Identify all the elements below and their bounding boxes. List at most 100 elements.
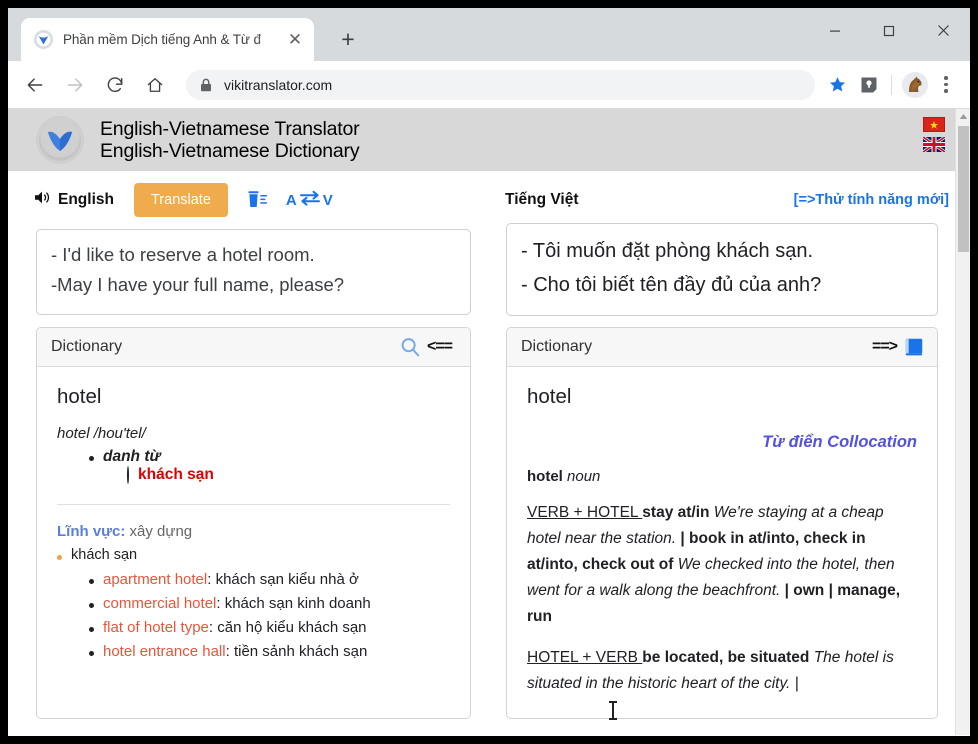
divider xyxy=(57,504,450,505)
speaker-icon[interactable] xyxy=(34,190,52,210)
collocation-term[interactable]: flat of hotel type xyxy=(103,619,209,636)
translate-button[interactable]: Translate xyxy=(134,183,228,217)
site-title-line-1: English-Vietnamese Translator xyxy=(100,118,359,140)
lock-icon xyxy=(200,78,212,92)
bullet-icon xyxy=(89,651,94,656)
right-dictionary-panel: Dictionary ==> hotel Từ điển Collocation… xyxy=(506,327,938,719)
flag-uk-icon[interactable] xyxy=(923,137,945,152)
page-scrollbar[interactable] xyxy=(955,109,970,735)
url-text: vikitranslator.com xyxy=(224,77,332,93)
hollow-bullet-icon xyxy=(127,466,129,484)
right-pos-word: hotel xyxy=(527,468,563,485)
back-button[interactable] xyxy=(18,68,52,102)
left-pos-row: danh từ xyxy=(89,448,450,466)
left-field-value: xây dựng xyxy=(130,523,193,540)
list-item: apartment hotel: khách sạn kiểu nhà ở xyxy=(89,571,450,588)
tab-close-icon[interactable]: ✕ xyxy=(284,29,306,51)
window-controls xyxy=(808,8,970,53)
bullet-icon xyxy=(89,627,94,632)
controls-row: English Translate A xyxy=(8,171,955,229)
scrollbar-thumb[interactable] xyxy=(958,126,969,252)
left-field-line: Lĩnh vực: xây dựng xyxy=(57,523,450,540)
swap-arrows-icon xyxy=(299,190,321,210)
right-panel-body: hotel Từ điển Collocation hotel noun VER… xyxy=(507,367,937,697)
text-cursor xyxy=(612,702,614,719)
language-flags xyxy=(923,117,945,152)
maximize-button[interactable] xyxy=(862,8,916,53)
list-item: flat of hotel type: căn hộ kiểu khách sạ… xyxy=(89,619,450,636)
toolbar-divider xyxy=(891,75,892,95)
left-meaning-row: khách sạn xyxy=(127,466,450,484)
close-window-button[interactable] xyxy=(916,8,970,53)
translation-boxes: - I'd like to reserve a hotel room. -May… xyxy=(8,229,955,327)
left-part-of-speech: danh từ xyxy=(103,448,161,466)
home-button[interactable] xyxy=(138,68,172,102)
left-dictionary-panel: Dictionary <== hotel hotel /hou'tel/ xyxy=(36,327,471,719)
swap-languages-button[interactable]: A V xyxy=(286,190,333,210)
right-pos-line: hotel noun xyxy=(527,468,917,485)
right-panel-header: Dictionary ==> xyxy=(507,328,937,367)
collocation-term[interactable]: hotel entrance hall xyxy=(103,643,226,660)
left-panel-body: hotel hotel /hou'tel/ danh từ xyxy=(37,367,470,660)
collocation-gloss: tiền sảnh khách sạn xyxy=(234,643,367,660)
source-line-2: -May I have your full name, please? xyxy=(51,270,456,300)
notes-extension-icon[interactable] xyxy=(853,69,885,101)
new-tab-button[interactable]: + xyxy=(333,24,363,54)
left-headword: hotel xyxy=(57,385,450,409)
site-title: English-Vietnamese Translator English-Vi… xyxy=(100,118,359,162)
list-item: hotel entrance hall: tiền sảnh khách sạn xyxy=(89,643,450,660)
left-meaning: khách sạn xyxy=(138,466,214,483)
bookmark-star-icon[interactable] xyxy=(821,69,853,101)
list-item: commercial hotel: khách sạn kinh doanh xyxy=(89,595,450,612)
forward-button[interactable] xyxy=(58,68,92,102)
search-icon[interactable] xyxy=(399,336,421,358)
left-pos-group: danh từ khách sạn xyxy=(89,448,450,484)
target-language-label: Tiếng Việt xyxy=(505,171,579,229)
collocation-gloss: khách sạn kiểu nhà ở xyxy=(216,571,359,588)
source-language-speaker[interactable]: English xyxy=(34,190,114,210)
new-feature-link[interactable]: [=>Thử tính năng mới] xyxy=(794,171,949,229)
viki-logo-icon[interactable] xyxy=(36,116,84,164)
entry-heading: VERB + HOTEL xyxy=(527,504,638,521)
target-line-2: - Cho tôi biết tên đầy đủ của anh? xyxy=(521,268,923,302)
flag-vietnam-icon[interactable] xyxy=(923,117,945,132)
left-phonetic: hotel /hou'tel/ xyxy=(57,425,450,442)
kebab-menu-icon[interactable] xyxy=(932,69,960,101)
bullet-icon xyxy=(89,579,94,584)
collocation-dictionary-title: Từ điển Collocation xyxy=(527,433,917,452)
collapse-left-arrow[interactable]: <== xyxy=(427,338,452,356)
address-bar[interactable]: vikitranslator.com xyxy=(186,70,815,100)
left-panel-header: Dictionary <== xyxy=(37,328,470,367)
entry-part: be located, be situated xyxy=(642,649,809,666)
collocation-term[interactable]: commercial hotel xyxy=(103,595,216,612)
page-viewport: English-Vietnamese Translator English-Vi… xyxy=(8,109,970,735)
source-textarea[interactable]: - I'd like to reserve a hotel room. -May… xyxy=(36,229,471,315)
minimize-button[interactable] xyxy=(808,8,862,53)
left-panel-title: Dictionary xyxy=(51,338,399,356)
left-field-sense-row: khách sạn xyxy=(57,547,450,563)
scroll-up-arrow-icon[interactable] xyxy=(956,109,970,124)
reload-button[interactable] xyxy=(98,68,132,102)
browser-window: Phần mềm Dịch tiếng Anh & Từ đ ✕ + xyxy=(8,8,970,736)
collocation-entry: HOTEL + VERB be located, be situated The… xyxy=(527,645,917,697)
left-field-label: Lĩnh vực: xyxy=(57,523,125,540)
collocation-entry: VERB + HOTEL stay at/in We're staying at… xyxy=(527,500,917,630)
avatar[interactable] xyxy=(902,72,928,98)
target-line-1: - Tôi muốn đặt phòng khách sạn. xyxy=(521,234,923,268)
collocation-term[interactable]: apartment hotel xyxy=(103,571,207,588)
swap-to-label: V xyxy=(323,192,333,209)
trash-clear-icon[interactable] xyxy=(246,190,270,210)
browser-toolbar: vikitranslator.com xyxy=(8,61,970,109)
book-icon[interactable] xyxy=(903,336,925,358)
expand-right-arrow[interactable]: ==> xyxy=(872,338,897,356)
target-textarea[interactable]: - Tôi muốn đặt phòng khách sạn. - Cho tô… xyxy=(506,223,938,316)
page-content: English-Vietnamese Translator English-Vi… xyxy=(8,109,955,735)
collocation-gloss: khách sạn kinh doanh xyxy=(225,595,371,612)
browser-tab[interactable]: Phần mềm Dịch tiếng Anh & Từ đ ✕ xyxy=(21,18,314,61)
bullet-icon xyxy=(89,603,94,608)
site-title-line-2: English-Vietnamese Dictionary xyxy=(100,140,359,162)
bullet-icon xyxy=(89,456,94,461)
screen: Phần mềm Dịch tiếng Anh & Từ đ ✕ + xyxy=(0,0,978,744)
source-language-label: English xyxy=(58,191,114,209)
right-headword: hotel xyxy=(527,385,917,409)
